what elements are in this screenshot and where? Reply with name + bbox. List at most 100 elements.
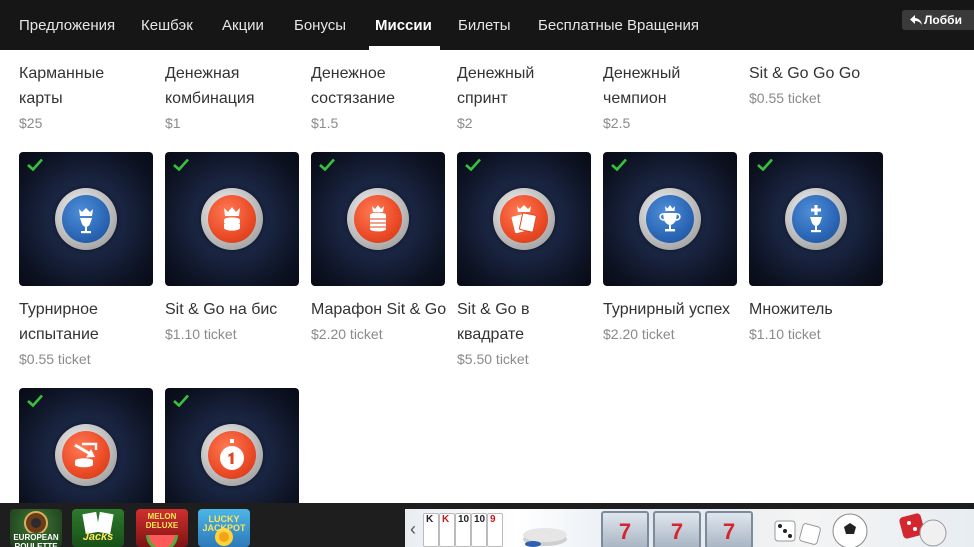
plus-cup-icon bbox=[810, 205, 822, 233]
checkmark-icon bbox=[611, 158, 627, 171]
mission-price: $1 bbox=[165, 115, 181, 131]
mission-item[interactable]: Множитель $1.10 ticket bbox=[749, 297, 889, 345]
checkmark-icon bbox=[465, 158, 481, 171]
badge bbox=[55, 424, 117, 486]
mission-title: Денежная комбинация bbox=[165, 65, 255, 107]
tab-offers[interactable]: Предложения bbox=[19, 0, 115, 50]
checkmark-icon bbox=[27, 158, 43, 171]
mission-card[interactable] bbox=[19, 388, 153, 522]
stopwatch-one-icon bbox=[220, 439, 244, 470]
tab-bonuses[interactable]: Бонусы bbox=[294, 0, 346, 50]
mission-title: Sit & Go в квадрате bbox=[457, 301, 530, 343]
game-title: MELON DELUXE bbox=[145, 512, 179, 530]
checkmark-icon bbox=[173, 158, 189, 171]
playing-card: 9 bbox=[487, 513, 503, 547]
top-nav: Предложения Кешбэк Акции Бонусы Миссии Б… bbox=[0, 0, 974, 50]
badge bbox=[639, 188, 701, 250]
playing-card: 10 bbox=[471, 513, 487, 547]
mission-title: Денежный чемпион bbox=[603, 65, 681, 107]
promo-banner[interactable]: ‹ K K 10 10 9 7 7 7 bbox=[405, 509, 974, 547]
mission-card[interactable] bbox=[749, 152, 883, 286]
game-thumb-lucky-jackpot[interactable]: LUCKY JACKPOT bbox=[198, 509, 250, 547]
mission-card[interactable] bbox=[165, 152, 299, 286]
crown-chips-icon bbox=[224, 207, 240, 231]
mission-card[interactable] bbox=[165, 388, 299, 522]
chips-arrow-icon bbox=[74, 442, 98, 468]
mission-item[interactable]: Турнирное испытание $0.55 ticket bbox=[19, 297, 159, 370]
lobby-label: Лобби bbox=[924, 13, 962, 27]
crown-cup-icon bbox=[79, 208, 93, 234]
mission-price: $0.55 ticket bbox=[749, 90, 821, 106]
mission-title: Sit & Go Go Go bbox=[749, 65, 861, 82]
slot-symbol: 7 bbox=[670, 519, 684, 544]
bottom-games-bar: EUROPEAN ROULETTE Jacks MELON DELUXE LUC… bbox=[0, 503, 974, 547]
mission-item[interactable]: Денежная комбинация $1 bbox=[165, 61, 305, 134]
badge bbox=[201, 188, 263, 250]
mission-price: $5.50 ticket bbox=[457, 351, 529, 367]
game-thumb-european-roulette[interactable]: EUROPEAN ROULETTE bbox=[10, 509, 62, 547]
tab-cashback[interactable]: Кешбэк bbox=[141, 0, 193, 50]
mission-card[interactable] bbox=[19, 152, 153, 286]
badge bbox=[55, 188, 117, 250]
tab-promotions[interactable]: Акции bbox=[222, 0, 264, 50]
checkmark-icon bbox=[757, 158, 773, 171]
game-title: EUROPEAN ROULETTE bbox=[13, 533, 59, 547]
game-thumb-melon-deluxe[interactable]: MELON DELUXE bbox=[136, 509, 188, 547]
mission-title: Марафон Sit & Go bbox=[311, 301, 447, 318]
slot-reel: 7 bbox=[705, 511, 753, 547]
badge bbox=[201, 424, 263, 486]
checkmark-icon bbox=[319, 158, 335, 171]
mission-price: $2.20 ticket bbox=[311, 326, 383, 342]
mission-title: Турнирное испытание bbox=[19, 301, 99, 343]
mission-price: $1.10 ticket bbox=[165, 326, 237, 342]
mission-item[interactable]: Турнирный успех $2.20 ticket bbox=[603, 297, 743, 345]
crown-trophy-icon bbox=[659, 205, 681, 232]
mission-item[interactable]: Денежное состязание $1.5 bbox=[311, 61, 451, 134]
tab-free-spins[interactable]: Бесплатные Вращения bbox=[538, 0, 699, 50]
mission-price: $2.20 ticket bbox=[603, 326, 675, 342]
slot-symbol: 7 bbox=[618, 519, 632, 544]
back-arrow-icon bbox=[910, 15, 922, 25]
mission-card[interactable] bbox=[457, 152, 591, 286]
mission-price: $2.5 bbox=[603, 115, 631, 131]
mission-price: $2 bbox=[457, 115, 473, 131]
chip-stack-icon bbox=[523, 528, 567, 547]
mission-item[interactable]: Sit & Go в квадрате $5.50 ticket bbox=[457, 297, 597, 370]
tab-missions[interactable]: Миссии bbox=[369, 0, 440, 50]
crown-cards-icon bbox=[511, 205, 537, 234]
slot-reel: 7 bbox=[601, 511, 649, 547]
mission-item[interactable]: Sit & Go Go Go $0.55 ticket bbox=[749, 61, 889, 109]
mission-title: Карманные карты bbox=[19, 65, 105, 107]
tab-tickets[interactable]: Билеты bbox=[458, 0, 510, 50]
red-dice-icon bbox=[899, 513, 947, 547]
slot-reel: 7 bbox=[653, 511, 701, 547]
slot-symbol: 7 bbox=[722, 519, 736, 544]
mission-title: Денежный спринт bbox=[457, 65, 535, 107]
checkmark-icon bbox=[173, 394, 189, 407]
mission-item[interactable]: Sit & Go на бис $1.10 ticket bbox=[165, 297, 305, 345]
game-thumb-jacks[interactable]: Jacks bbox=[72, 509, 124, 547]
mission-title: Множитель bbox=[749, 301, 833, 318]
mission-item[interactable]: Марафон Sit & Go $2.20 ticket bbox=[311, 297, 451, 345]
banner-prev-arrow[interactable]: ‹ bbox=[405, 517, 421, 541]
badge bbox=[347, 188, 409, 250]
mission-item[interactable]: Карманные карты $25 bbox=[19, 61, 159, 134]
mission-title: Sit & Go на бис bbox=[165, 301, 278, 318]
mission-card[interactable] bbox=[311, 152, 445, 286]
soccer-ball-icon bbox=[832, 513, 868, 547]
roulette-icon bbox=[24, 511, 48, 533]
playing-card: K bbox=[439, 513, 455, 547]
mission-item[interactable]: Денежный чемпион $2.5 bbox=[603, 61, 743, 134]
mission-price: $1.5 bbox=[311, 115, 339, 131]
badge bbox=[785, 188, 847, 250]
game-title: Jacks bbox=[82, 531, 114, 543]
game-title: LUCKY JACKPOT bbox=[202, 514, 246, 533]
playing-card: 10 bbox=[455, 513, 471, 547]
mission-card[interactable] bbox=[603, 152, 737, 286]
mission-price: $25 bbox=[19, 115, 43, 131]
mission-title: Денежное состязание bbox=[311, 65, 395, 107]
lobby-button[interactable]: Лобби bbox=[902, 10, 974, 30]
mission-item[interactable]: Денежный спринт $2 bbox=[457, 61, 597, 134]
crown-chip-stack-icon bbox=[370, 205, 386, 232]
mission-price: $1.10 ticket bbox=[749, 326, 821, 342]
